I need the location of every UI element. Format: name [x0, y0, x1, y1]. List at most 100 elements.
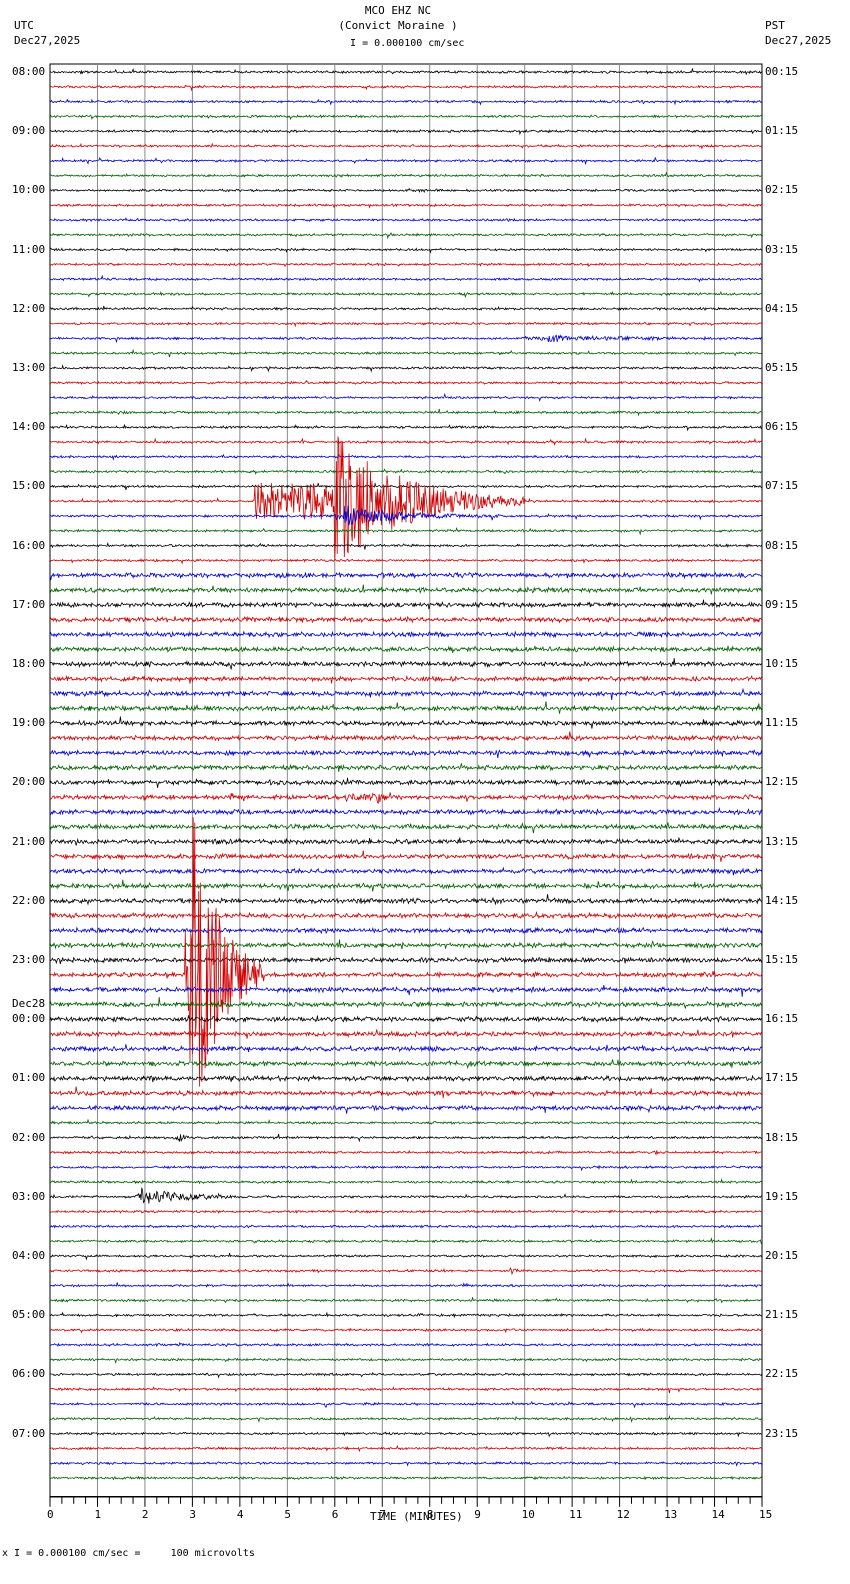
trace-row	[49, 274, 763, 283]
trace-row	[49, 956, 763, 965]
x-tick-label: 14	[711, 1507, 725, 1521]
pst-hour-label: 01:15	[765, 124, 799, 138]
utc-hour-label: 22:00	[12, 893, 46, 907]
x-tick-label: 9	[474, 1507, 481, 1521]
trace-row	[49, 334, 763, 344]
utc-hour-label: 07:00	[12, 1426, 46, 1440]
x-tick-label: 3	[189, 1507, 197, 1521]
trace-row	[49, 526, 763, 536]
trace-row	[50, 468, 763, 475]
trace-row	[49, 67, 763, 76]
pst-hour-label: 22:15	[765, 1367, 799, 1381]
trace-row	[49, 658, 763, 670]
pst-hour-label: 13:15	[765, 834, 799, 848]
utc-hour-label: 17:00	[12, 597, 46, 611]
pst-hour-label: 14:15	[765, 893, 799, 907]
trace-row	[49, 866, 763, 876]
trace-row	[49, 571, 763, 581]
trace-row	[49, 997, 763, 1009]
trace-row	[49, 1237, 763, 1245]
pst-hour-label: 18:15	[765, 1130, 799, 1144]
trace-row	[49, 1357, 763, 1364]
trace-row	[49, 187, 763, 194]
trace-row	[50, 128, 763, 136]
utc-hour-label: 11:00	[12, 242, 46, 256]
utc-hour-label: 12:00	[12, 301, 46, 315]
trace-row	[49, 926, 763, 935]
trace-row	[49, 1209, 763, 1215]
trace-row	[49, 985, 763, 997]
trace-row	[49, 392, 763, 402]
x-tick-label: 0	[47, 1507, 54, 1521]
trace-row	[49, 1187, 762, 1204]
utc-hour-label: 23:00	[12, 953, 46, 966]
utc-hour-label: 00:00	[12, 1012, 46, 1026]
utc-hour-label: 09:00	[12, 124, 46, 138]
trace-row	[49, 716, 763, 729]
pst-hour-label: 03:15	[765, 242, 799, 256]
trace-row	[49, 687, 763, 700]
trace-row	[49, 630, 763, 639]
x-tick-label: 4	[236, 1507, 244, 1521]
trace-row	[49, 156, 763, 165]
trace-row	[49, 850, 763, 862]
pst-hour-label: 15:15	[765, 953, 799, 966]
utc-hour-label: 19:00	[12, 716, 46, 730]
trace-row	[49, 321, 763, 328]
trace-row	[49, 305, 763, 312]
pst-hour-label: 08:15	[765, 538, 799, 552]
trace-row	[49, 1178, 763, 1185]
trace-row	[49, 84, 763, 92]
trace-row	[49, 879, 763, 892]
pst-hour-label: 17:15	[765, 1071, 799, 1085]
x-tick-label: 5	[284, 1507, 291, 1521]
utc-hour-label: 02:00	[12, 1130, 46, 1144]
trace-row	[49, 1400, 763, 1409]
trace-row	[49, 763, 763, 772]
trace-row	[49, 436, 763, 559]
trace-row	[49, 1149, 763, 1157]
pst-hour-label: 09:15	[765, 597, 799, 611]
pst-hour-label: 20:15	[765, 1249, 799, 1262]
trace-row	[49, 1104, 763, 1114]
pst-hour-label: 06:15	[765, 420, 799, 434]
trace-row	[49, 262, 763, 268]
x-tick-label: 6	[331, 1507, 339, 1521]
trace-row	[49, 1311, 763, 1319]
pst-hour-label: 00:15	[765, 65, 799, 78]
trace-row	[49, 821, 763, 834]
pst-hour-label: 02:15	[765, 183, 799, 197]
utc-hour-label: 06:00	[12, 1367, 46, 1381]
pst-hour-label: 07:15	[765, 479, 799, 493]
trace-row	[49, 615, 763, 624]
trace-row	[49, 423, 762, 432]
trace-row	[49, 910, 763, 920]
x-tick-label: 12	[616, 1507, 630, 1521]
trace-row	[49, 114, 763, 121]
utc-hour-label: 16:00	[12, 538, 46, 552]
trace-row	[49, 1414, 763, 1423]
trace-row	[49, 1133, 763, 1143]
pst-hour-label: 05:15	[765, 361, 799, 374]
trace-row	[49, 558, 763, 565]
trace-row	[49, 584, 763, 595]
trace-row	[49, 599, 763, 610]
trace-row	[49, 1015, 763, 1024]
trace-row	[49, 1044, 763, 1053]
pst-hour-label: 04:15	[765, 301, 799, 315]
trace-row	[49, 1074, 763, 1083]
trace-row	[50, 836, 763, 846]
x-tick-label: 1	[94, 1507, 102, 1521]
trace-row	[49, 364, 763, 373]
utc-hour-label: 05:00	[12, 1308, 46, 1322]
trace-row	[49, 1475, 763, 1481]
trace-row	[49, 171, 763, 178]
utc-hour-label: 20:00	[12, 775, 46, 789]
trace-row	[49, 1118, 763, 1125]
trace-row	[49, 674, 763, 684]
trace-row	[49, 806, 763, 816]
x-tick-label: 7	[379, 1507, 386, 1521]
trace-row	[49, 231, 763, 240]
trace-row	[49, 1059, 763, 1070]
trace-row	[49, 1282, 762, 1288]
